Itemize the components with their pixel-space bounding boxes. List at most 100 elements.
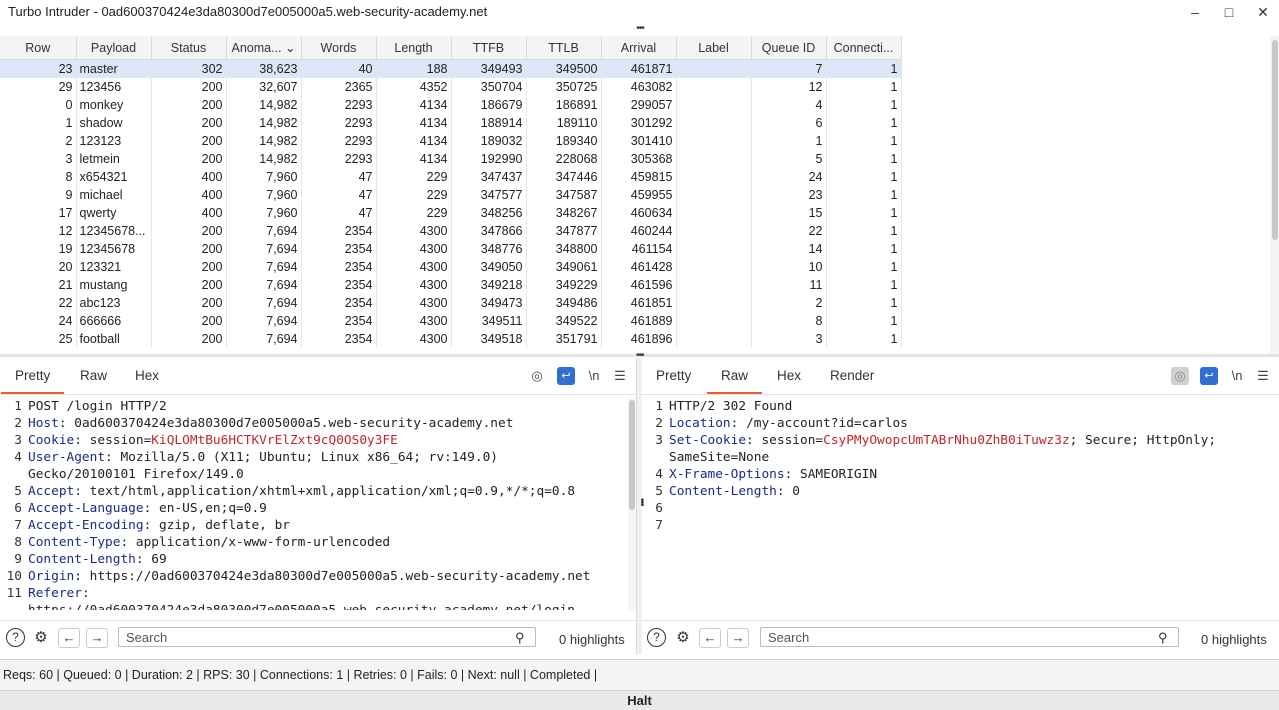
table-cell: 188 xyxy=(376,59,452,78)
search-input[interactable] xyxy=(760,627,1179,647)
table-row[interactable]: 25 football 200 7,694 2354 4300 349518 351791 46… xyxy=(0,330,902,348)
table-row[interactable]: 19 12345678 200 7,694 2354 4300 348776 348800 46… xyxy=(0,240,902,258)
table-cell: 3 xyxy=(0,150,77,168)
table-cell: 461428 xyxy=(601,258,677,276)
code-text: session= xyxy=(761,433,824,448)
table-row[interactable]: 1 shadow 200 14,982 2293 4134 188914 189110 3012… xyxy=(0,114,902,132)
help-icon[interactable]: ? xyxy=(6,628,25,647)
gear-icon[interactable]: ⚙ xyxy=(31,628,51,648)
menu-icon[interactable]: ☰ xyxy=(1254,367,1272,385)
line-number: 1 xyxy=(655,399,663,414)
gear-icon[interactable]: ⚙ xyxy=(673,628,693,648)
back-arrow-icon[interactable]: ← xyxy=(58,628,80,648)
close-icon[interactable]: ✕ xyxy=(1253,3,1273,21)
table-cell: qwerty xyxy=(76,204,152,222)
table-cell: 22 xyxy=(751,222,827,240)
table-cell: 5 xyxy=(751,150,827,168)
column-header[interactable]: Queue ID xyxy=(751,36,827,60)
tab-pretty[interactable]: Pretty xyxy=(656,368,691,383)
table-cell xyxy=(676,204,752,222)
search-input[interactable] xyxy=(118,627,536,647)
line-number: 3 xyxy=(655,433,663,448)
table-cell: 200 xyxy=(151,276,227,294)
tab-raw[interactable]: Raw xyxy=(80,368,107,383)
drag-handle-icon[interactable]: ••• xyxy=(634,24,646,34)
column-header[interactable]: TTLB xyxy=(526,36,602,60)
column-header[interactable]: Connecti... xyxy=(826,36,902,60)
table-cell xyxy=(676,294,752,312)
column-header[interactable]: Label xyxy=(676,36,752,60)
menu-icon[interactable]: ☰ xyxy=(611,367,629,385)
table-cell: 123456 xyxy=(76,78,152,96)
table-cell: 4300 xyxy=(376,330,452,348)
scrollbar-thumb[interactable] xyxy=(629,400,635,510)
request-editor[interactable]: 1 POST /login HTTP/2 2 Host: 0ad600370424e3… xyxy=(0,398,636,610)
tab-hex[interactable]: Hex xyxy=(777,368,801,383)
table-row[interactable]: 2 123123 200 14,982 2293 4134 189032 189340 3014… xyxy=(0,132,902,150)
eye-off-icon[interactable]: ◎ xyxy=(528,367,546,385)
search-icon[interactable]: ⚲ xyxy=(1158,630,1168,646)
request-scrollbar[interactable] xyxy=(628,398,636,610)
title-bar: Turbo Intruder - 0ad600370424e3da80300d7… xyxy=(0,0,1279,24)
column-header[interactable]: Words xyxy=(301,36,377,60)
table-row[interactable]: 12 12345678... 200 7,694 2354 4300 347866 34787… xyxy=(0,222,902,240)
table-cell: 347866 xyxy=(451,222,527,240)
table-cell: 349493 xyxy=(451,59,527,78)
search-icon[interactable]: ⚲ xyxy=(515,630,525,646)
response-editor[interactable]: 1 HTTP/2 302 Found 2 Location: /my-account?… xyxy=(641,398,1279,610)
column-header[interactable]: Row xyxy=(0,36,77,60)
table-row[interactable]: 29 123456 200 32,607 2365 4352 350704 350725 463… xyxy=(0,78,902,96)
table-row[interactable]: 9 michael 400 7,960 47 229 347577 347587 459955 2… xyxy=(0,186,902,204)
scrollbar-thumb[interactable] xyxy=(1272,40,1278,240)
table-cell: 14,982 xyxy=(226,114,302,132)
tab-pretty[interactable]: Pretty xyxy=(0,368,65,394)
wrap-icon[interactable]: ↩ xyxy=(557,367,575,385)
table-row[interactable]: 23 master 302 38,623 40 188 349493 349500 461871… xyxy=(0,59,902,78)
chevron-down-icon[interactable]: ⌄ xyxy=(282,41,295,55)
table-cell: 23 xyxy=(0,59,77,78)
column-header[interactable]: Arrival xyxy=(601,36,677,60)
table-cell: 400 xyxy=(151,168,227,186)
eye-off-icon[interactable]: ◎ xyxy=(1171,367,1189,385)
code-text: : xyxy=(746,433,762,448)
minimize-icon[interactable]: – xyxy=(1185,3,1205,21)
horizontal-splitter[interactable]: ••• xyxy=(0,350,1279,361)
table-row[interactable]: 22 abc123 200 7,694 2354 4300 349473 349486 4618… xyxy=(0,294,902,312)
column-header[interactable]: Status xyxy=(151,36,227,60)
maximize-icon[interactable]: □ xyxy=(1219,3,1239,21)
table-row[interactable]: 17 qwerty 400 7,960 47 229 348256 348267 460634 1… xyxy=(0,204,902,222)
table-row[interactable]: 24 666666 200 7,694 2354 4300 349511 349522 4618… xyxy=(0,312,902,330)
column-header[interactable]: TTFB xyxy=(451,36,527,60)
line-number: 8 xyxy=(14,535,22,550)
code-text: : xyxy=(143,501,159,516)
table-row[interactable]: 0 monkey 200 14,982 2293 4134 186679 186891 2990… xyxy=(0,96,902,114)
help-icon[interactable]: ? xyxy=(647,628,666,647)
table-row[interactable]: 3 letmein 200 14,982 2293 4134 192990 228068 305… xyxy=(0,150,902,168)
forward-arrow-icon[interactable]: → xyxy=(727,628,749,648)
table-row[interactable]: 21 mustang 200 7,694 2354 4300 349218 349229 461… xyxy=(0,276,902,294)
column-header[interactable]: Anoma... ⌄ xyxy=(226,36,302,60)
table-cell: 12345678... xyxy=(76,222,152,240)
table-row[interactable]: 8 x654321 400 7,960 47 229 347437 347446 459815 2… xyxy=(0,168,902,186)
code-text: 69 xyxy=(151,552,167,567)
newline-toggle[interactable]: \n xyxy=(1228,367,1246,385)
column-header-label: Payload xyxy=(90,40,137,55)
table-row[interactable]: 20 123321 200 7,694 2354 4300 349050 349061 4614… xyxy=(0,258,902,276)
column-header[interactable]: Payload xyxy=(76,36,152,60)
code-text: SAMEORIGIN xyxy=(800,467,878,482)
table-cell: 189032 xyxy=(451,132,527,150)
halt-button[interactable]: Halt xyxy=(0,690,1279,710)
table-cell: 200 xyxy=(151,96,227,114)
newline-toggle[interactable]: \n xyxy=(585,367,603,385)
wrap-icon[interactable]: ↩ xyxy=(1200,367,1218,385)
column-header[interactable]: Length xyxy=(376,36,452,60)
table-scrollbar[interactable] xyxy=(1270,36,1279,354)
tab-render[interactable]: Render xyxy=(830,368,874,383)
table-cell: 461896 xyxy=(601,330,677,348)
code-line: Gecko/20100101 Firefox/149.0 xyxy=(0,466,636,483)
back-arrow-icon[interactable]: ← xyxy=(699,628,721,648)
forward-arrow-icon[interactable]: → xyxy=(86,628,108,648)
table-cell: 25 xyxy=(0,330,77,348)
tab-hex[interactable]: Hex xyxy=(135,368,159,383)
tab-raw[interactable]: Raw xyxy=(706,368,763,394)
